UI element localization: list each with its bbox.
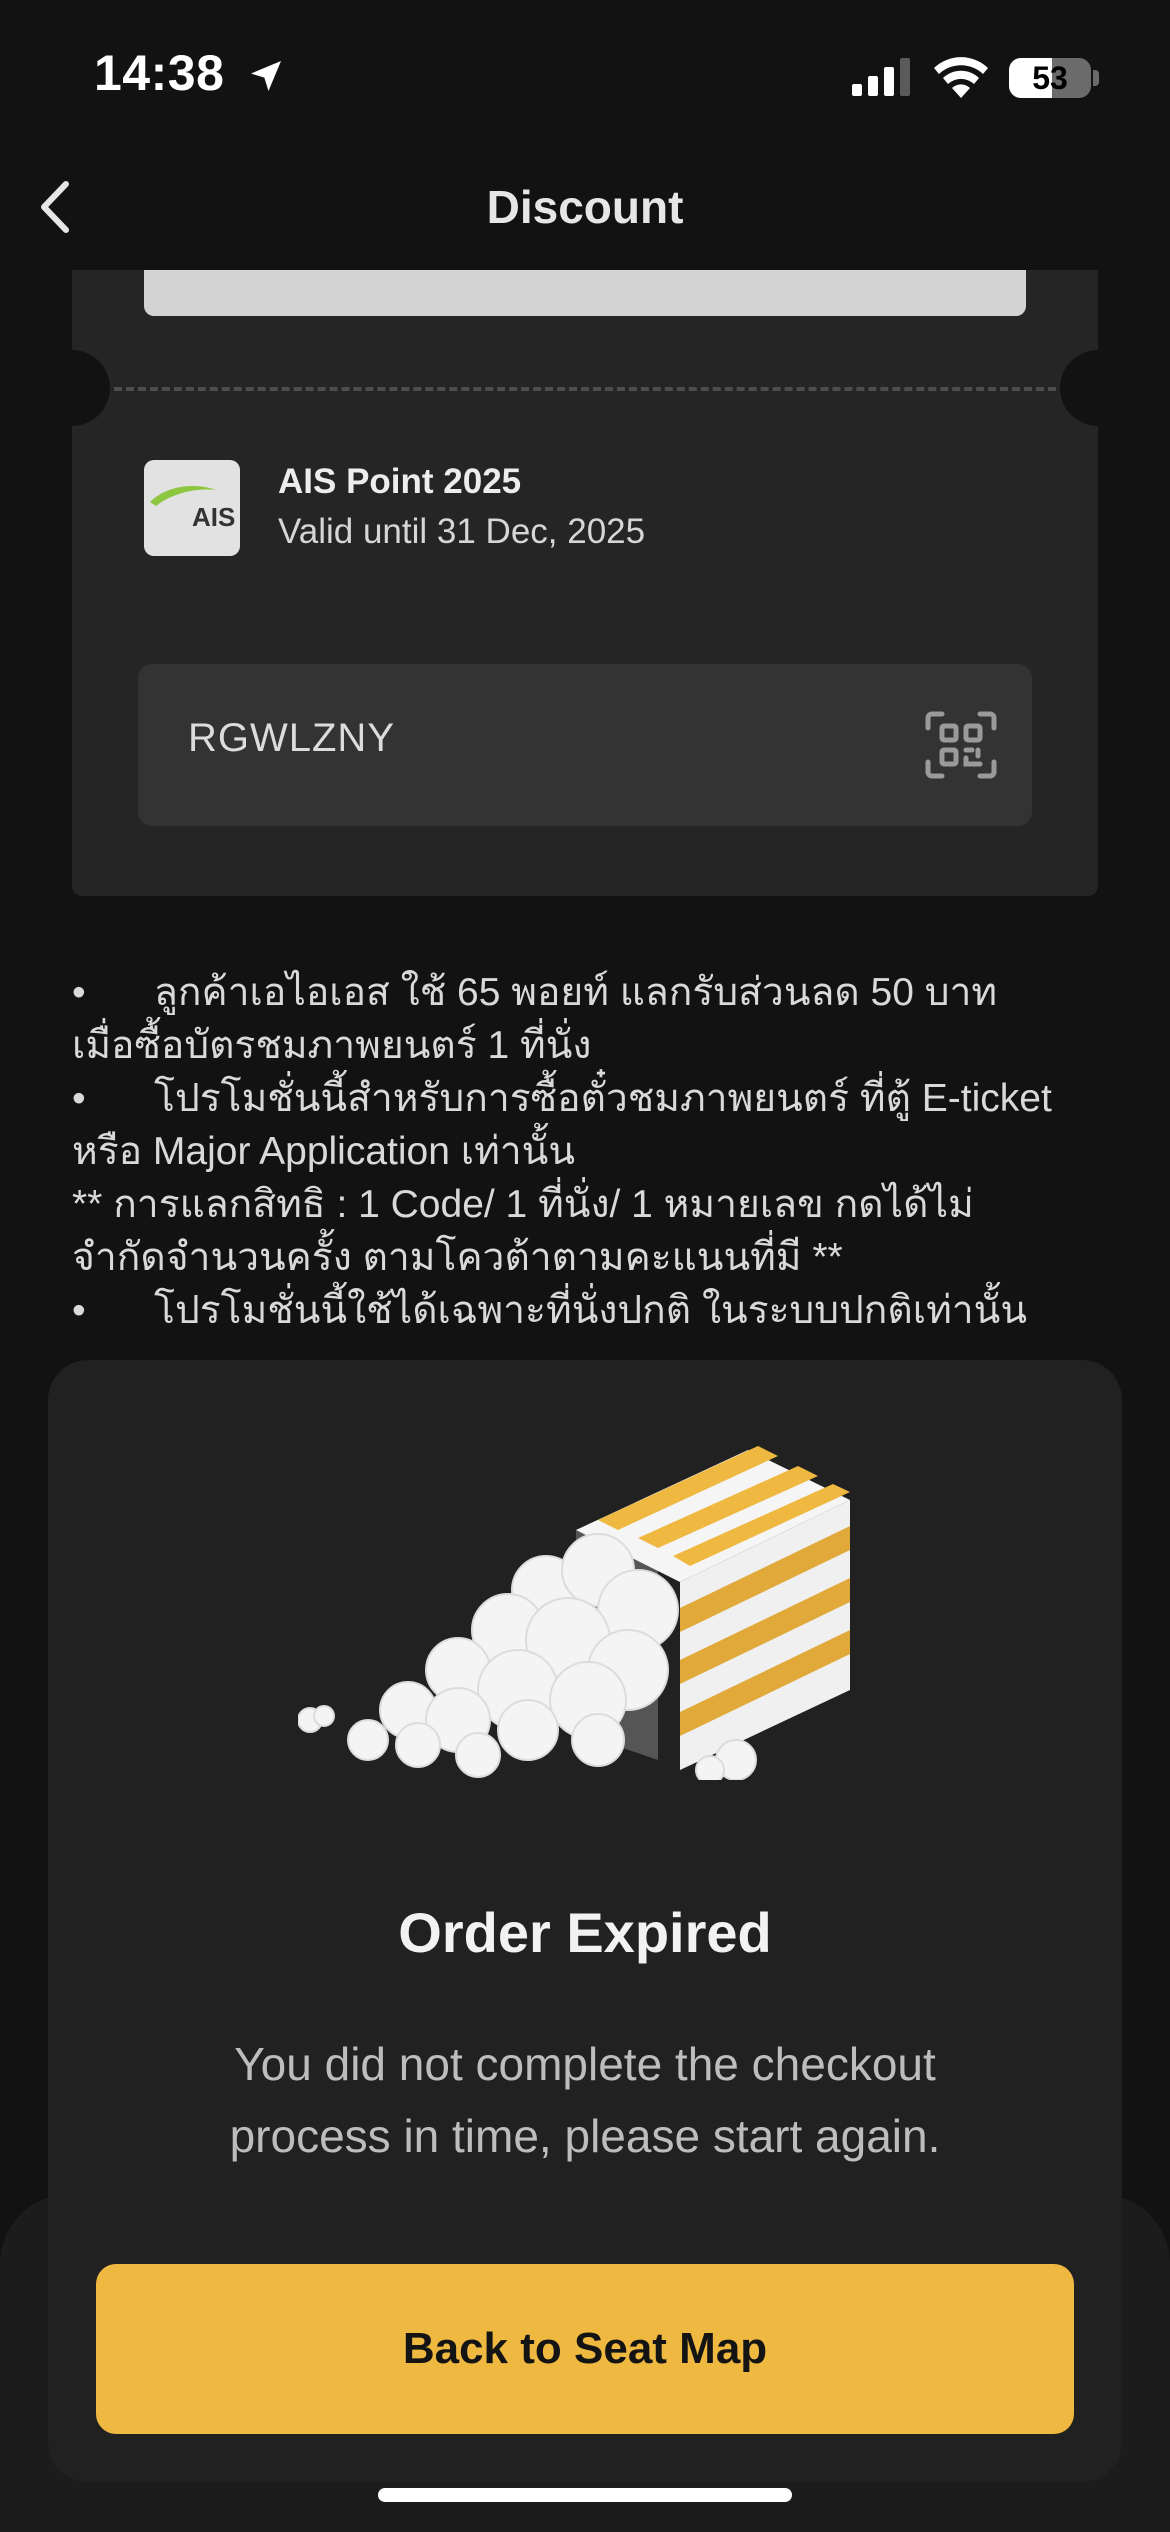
dialog-message: You did not complete the checkout proces…	[128, 2028, 1042, 2172]
ais-logo-text: AIS	[192, 502, 236, 532]
bullet-text: ลูกค้าเอไอเอส ใช้ 65 พอยท์ แลกรับส่วนลด …	[154, 971, 998, 1014]
back-to-seat-map-button[interactable]: Back to Seat Map	[96, 2264, 1074, 2434]
terms-line: • โปรโมชั่นนี้ใช้ได้เฉพาะที่นั่งปกติ ในระ…	[72, 1284, 1112, 1337]
promo-valid-until: Valid until 31 Dec, 2025	[278, 512, 646, 551]
bullet: •	[72, 1289, 86, 1332]
ticket-notch-left	[34, 350, 110, 426]
screen: 14:38 53 Discount AIS AIS Point 2025 Val…	[0, 0, 1170, 2532]
order-expired-dialog: Order Expired You did not complete the c…	[48, 1360, 1122, 2482]
status-bar: 14:38 53	[0, 0, 1170, 150]
bullet: •	[72, 1077, 86, 1120]
promo-title: AIS Point 2025	[278, 462, 522, 501]
ticket-top-bar	[144, 270, 1026, 316]
status-time: 14:38	[94, 45, 225, 101]
terms-line: • ลูกค้าเอไอเอส ใช้ 65 พอยท์ แลกรับส่วนลด…	[72, 966, 1112, 1019]
spilled-popcorn-icon	[298, 1446, 850, 1780]
wifi-icon	[934, 57, 988, 98]
terms-line: เมื่อซื้อบัตรชมภาพยนตร์ 1 ที่นั่ง	[72, 1024, 592, 1067]
promo-terms: • ลูกค้าเอไอเอส ใช้ 65 พอยท์ แลกรับส่วนลด…	[72, 966, 1112, 1337]
terms-line: หรือ Major Application เท่านั้น	[72, 1130, 576, 1173]
qr-scan-icon[interactable]	[924, 710, 998, 780]
cellular-signal-icon	[852, 58, 910, 96]
dialog-message-line: You did not complete the checkout	[234, 2038, 936, 2090]
dialog-message-line: process in time, please start again.	[229, 2110, 941, 2162]
ticket-divider	[114, 387, 1056, 391]
ais-logo: AIS	[144, 460, 240, 556]
nav-bar: Discount	[0, 150, 1170, 270]
location-arrow-icon	[251, 61, 281, 91]
bullet: •	[72, 971, 86, 1014]
terms-line: ** การแลกสิทธิ : 1 Code/ 1 ที่นั่ง/ 1 หม…	[72, 1183, 974, 1226]
battery-level-text: 53	[1032, 60, 1068, 96]
discount-ticket-card: AIS AIS Point 2025 Valid until 31 Dec, 2…	[34, 270, 1136, 896]
battery-indicator: 53	[1009, 58, 1091, 98]
home-indicator	[378, 2488, 792, 2502]
terms-line: • โปรโมชั่นนี้สำหรับการซื้อตั๋วชมภาพยนตร์…	[72, 1072, 1112, 1125]
bullet-text: โปรโมชั่นนี้สำหรับการซื้อตั๋วชมภาพยนตร์ …	[154, 1077, 1052, 1120]
promo-code-text: RGWLZNY	[188, 716, 395, 760]
terms-line: จำกัดจำนวนครั้ง ตามโควต้าตามคะแนนที่มี *…	[72, 1236, 843, 1279]
dialog-title: Order Expired	[398, 1901, 772, 1964]
page-title: Discount	[486, 181, 684, 233]
promo-code-field[interactable]: RGWLZNY	[138, 664, 1032, 826]
bullet-text: โปรโมชั่นนี้ใช้ได้เฉพาะที่นั่งปกติ ในระบ…	[154, 1289, 1028, 1332]
ticket-notch-right	[1060, 350, 1136, 426]
battery-cap	[1093, 70, 1099, 86]
